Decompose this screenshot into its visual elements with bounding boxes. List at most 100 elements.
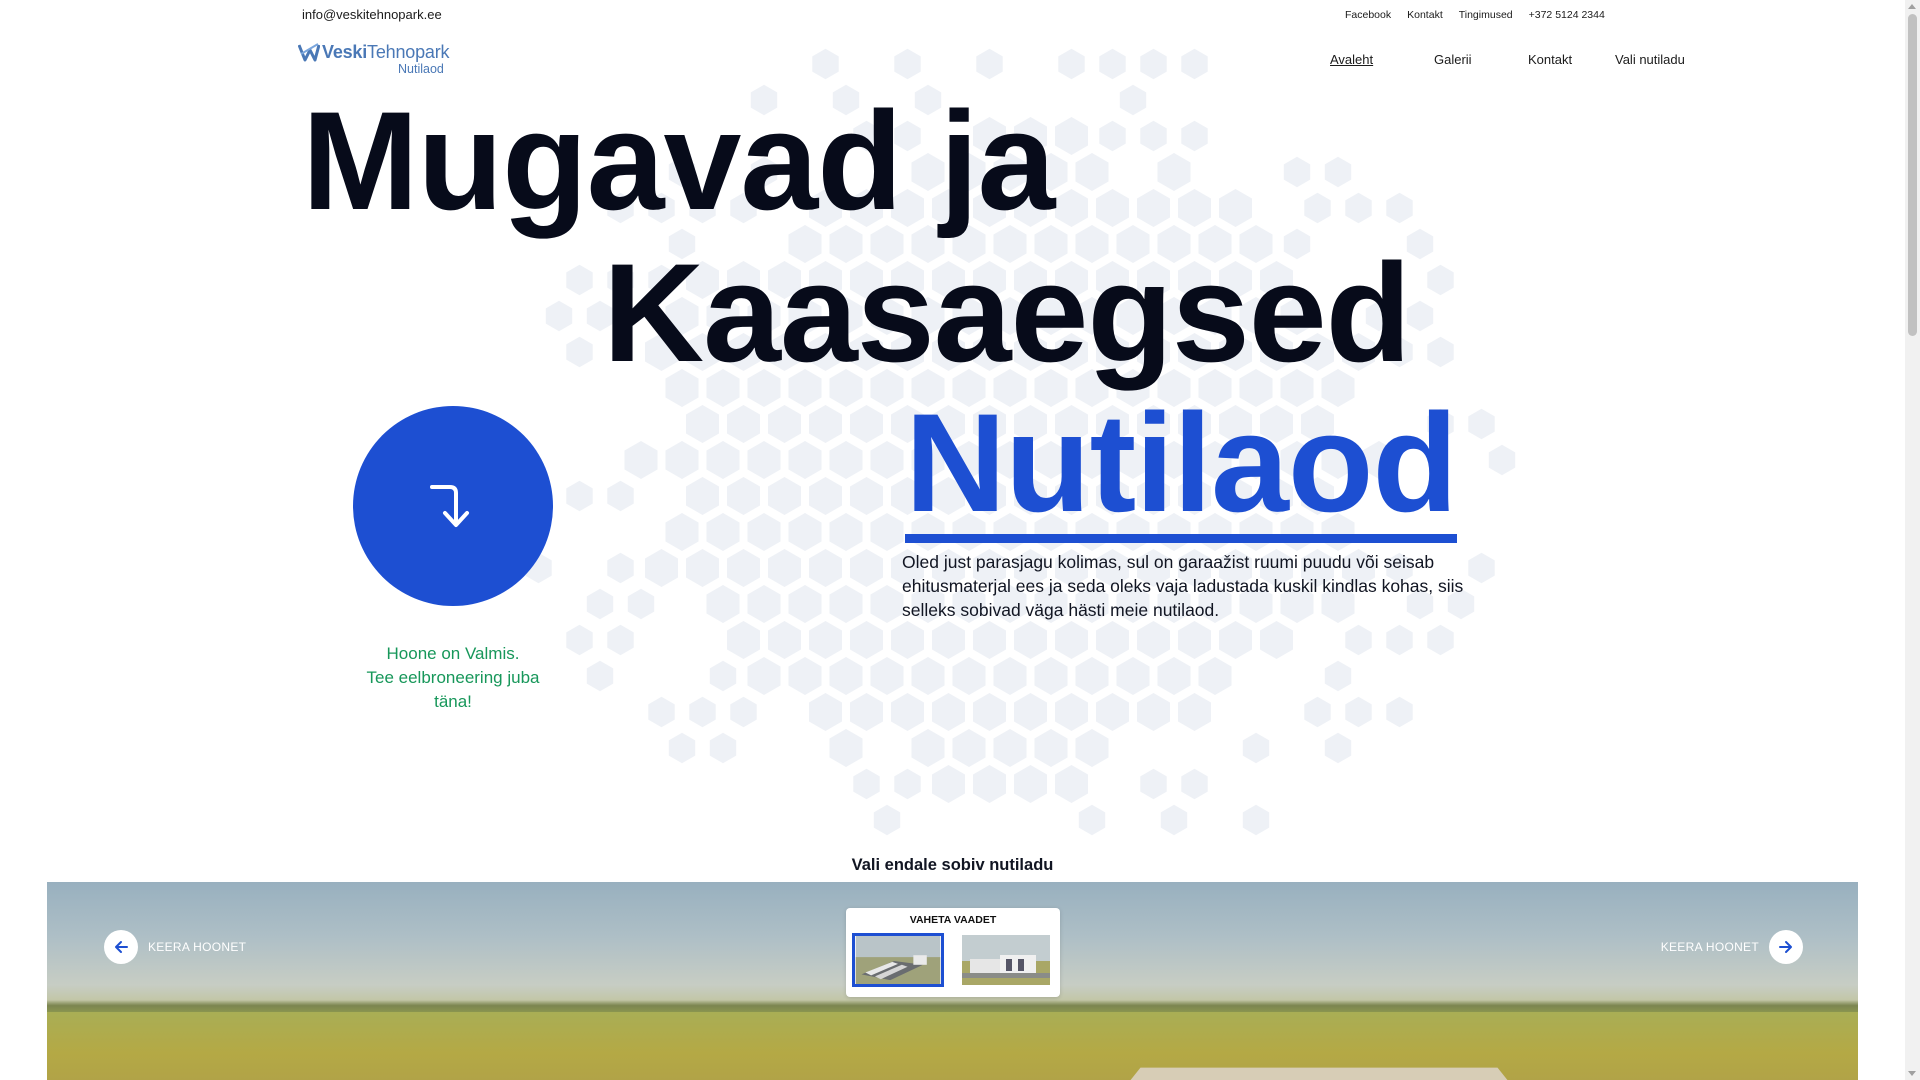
decor-hexagon [1034, 657, 1068, 695]
decor-hexagon [645, 549, 678, 587]
decor-hexagon [976, 48, 1003, 80]
hero-title-line-1: Mugavad ja [302, 82, 1055, 239]
decor-hexagon [1075, 657, 1109, 695]
top-contact-link[interactable]: Kontakt [1407, 9, 1443, 21]
logo-brand-bold: Veski [322, 42, 368, 62]
decor-hexagon [850, 405, 883, 443]
page-scrollbar[interactable] [1905, 0, 1920, 1080]
decor-hexagon [1345, 624, 1372, 656]
decor-hexagon [1157, 657, 1191, 695]
decor-hexagon [1140, 768, 1167, 800]
decor-hexagon [873, 804, 901, 836]
view-switcher-label: VAHETA VAADET [909, 914, 997, 926]
decor-hexagon [1096, 189, 1129, 227]
decor-hexagon [1075, 153, 1109, 191]
decor-hexagon [809, 405, 842, 443]
decor-hexagon [952, 729, 986, 767]
decor-hexagon [1140, 120, 1167, 152]
decor-hexagon [850, 549, 883, 587]
building-3d-viewer[interactable]: KEERA HOONET KEERA HOONET VAHETA VAADET [47, 882, 1858, 1080]
availability-note-line: täna! [434, 692, 472, 711]
hero-title-line-2: Kaasaegsed [603, 234, 1411, 391]
decor-hexagon [1260, 621, 1293, 659]
decor-hexagon [607, 480, 634, 512]
phone-link[interactable]: +372 5124 2344 [1529, 9, 1605, 21]
site-logo[interactable]: VeskiTehnopark Nutilaod [298, 40, 458, 78]
decor-hexagon [1096, 693, 1129, 731]
decor-hexagon [894, 48, 921, 80]
decor-hexagon [1242, 732, 1270, 764]
decor-hexagon [727, 549, 760, 587]
decor-hexagon [586, 588, 614, 620]
decor-hexagon [812, 48, 839, 80]
decor-hexagon [1488, 444, 1516, 476]
decor-hexagon [1137, 693, 1170, 731]
decor-hexagon [768, 477, 801, 515]
decor-hexagon [747, 441, 781, 479]
decor-hexagon [689, 696, 716, 728]
decor-hexagon [627, 588, 655, 620]
decor-hexagon [709, 660, 737, 692]
rotate-left-button[interactable]: KEERA HOONET [104, 930, 246, 964]
view-thumbnail-aerial[interactable] [852, 933, 944, 987]
decor-hexagon [1345, 696, 1372, 728]
decor-hexagon [1160, 804, 1188, 836]
decor-hexagon [747, 513, 781, 551]
scroll-up-icon[interactable] [1908, 4, 1916, 9]
decor-hexagon [1014, 765, 1047, 803]
terms-link[interactable]: Tingimused [1459, 9, 1513, 21]
arrow-left-icon [104, 930, 138, 964]
decor-hexagon [709, 732, 737, 764]
decor-hexagon [1055, 693, 1088, 731]
nav-choose-unit[interactable]: Vali nutiladu [1615, 52, 1685, 67]
email-link[interactable]: info@veskitehnopark.ee [302, 7, 442, 22]
decor-hexagon [829, 441, 863, 479]
decor-hexagon [1178, 693, 1211, 731]
decor-hexagon [706, 585, 740, 623]
decor-hexagon [686, 477, 719, 515]
scrollbar-thumb[interactable] [1908, 14, 1917, 336]
decor-hexagon [545, 300, 573, 332]
decor-hexagon [566, 264, 593, 296]
decor-hexagon [1014, 621, 1047, 659]
arrow-right-icon [1769, 930, 1803, 964]
decor-hexagon [1137, 189, 1170, 227]
nav-gallery[interactable]: Galerii [1434, 52, 1472, 67]
decor-hexagon [1157, 153, 1191, 191]
decor-hexagon [1304, 696, 1331, 728]
decor-hexagon [853, 768, 880, 800]
decor-hexagon [1058, 48, 1085, 80]
decor-hexagon [911, 729, 945, 767]
decor-hexagon [1140, 48, 1167, 80]
decor-hexagon [665, 513, 699, 551]
scroll-down-icon[interactable] [1908, 1071, 1916, 1076]
decor-hexagon [809, 693, 842, 731]
decor-hexagon [1304, 192, 1331, 224]
decor-hexagon [973, 693, 1006, 731]
availability-note: Hoone on Valmis. Tee eelbroneering juba … [343, 642, 563, 714]
decor-hexagon [1427, 624, 1454, 656]
decor-hexagon [1324, 732, 1352, 764]
view-thumbnail-ground[interactable] [962, 935, 1050, 985]
decor-hexagon [1178, 621, 1211, 659]
decor-hexagon [727, 477, 760, 515]
rotate-right-label: KEERA HOONET [1660, 940, 1759, 954]
decor-hexagon [993, 657, 1027, 695]
decor-hexagon [730, 696, 757, 728]
nav-home[interactable]: Avaleht [1330, 52, 1373, 67]
facebook-link[interactable]: Facebook [1345, 9, 1391, 21]
scroll-down-button[interactable] [353, 406, 553, 606]
decor-hexagon [1386, 624, 1413, 656]
nav-contact[interactable]: Kontakt [1528, 52, 1572, 67]
decor-hexagon [1055, 621, 1088, 659]
decor-hexagon [788, 441, 822, 479]
decor-hexagon [952, 657, 986, 695]
decor-hexagon [747, 585, 781, 623]
decor-hexagon [870, 513, 904, 551]
rotate-right-button[interactable]: KEERA HOONET [1661, 930, 1803, 964]
decor-hexagon [809, 621, 842, 659]
decor-hexagon [1324, 156, 1352, 188]
decor-hexagon [1406, 300, 1434, 332]
decor-hexagon [668, 732, 696, 764]
decor-hexagon [686, 549, 719, 587]
